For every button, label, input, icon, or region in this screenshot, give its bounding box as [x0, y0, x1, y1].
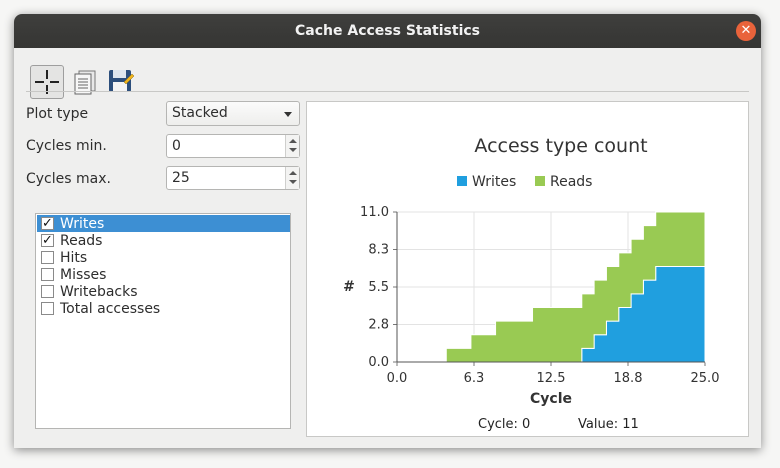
- checkbox[interactable]: ✓: [41, 217, 54, 230]
- legend-label: Writes: [472, 174, 516, 190]
- crosshair-button[interactable]: [30, 65, 64, 99]
- x-tick-label: 25.0: [691, 371, 720, 386]
- legend-label: Reads: [550, 174, 592, 190]
- list-item[interactable]: Total accesses: [37, 300, 290, 317]
- checkbox[interactable]: [41, 251, 54, 264]
- chart-title: Access type count: [474, 135, 647, 157]
- y-tick-label: 8.3: [368, 243, 389, 258]
- list-item[interactable]: ✓ Writes: [37, 215, 290, 232]
- legend-swatch: [535, 176, 545, 186]
- toolbar-separator: [26, 91, 749, 92]
- x-axis-label: Cycle: [530, 391, 572, 407]
- cycles-max-stepper[interactable]: [285, 167, 299, 189]
- x-tick-label: 18.8: [614, 371, 643, 386]
- legend-swatch: [457, 176, 467, 186]
- list-item[interactable]: Writebacks: [37, 283, 290, 300]
- list-item-label: Reads: [60, 232, 103, 249]
- cycles-min-spinbox[interactable]: 0: [166, 134, 300, 158]
- checkbox[interactable]: [41, 285, 54, 298]
- plot-type-label: Plot type: [26, 106, 89, 122]
- cycles-max-value: 25: [172, 170, 190, 186]
- save-disk-icon: [109, 70, 135, 92]
- y-axis-label: #: [343, 279, 355, 295]
- list-item-label: Total accesses: [60, 300, 161, 317]
- list-item[interactable]: Hits: [37, 249, 290, 266]
- cycles-min-value: 0: [172, 138, 181, 154]
- cycles-max-spinbox[interactable]: 25: [166, 166, 300, 190]
- cycles-min-label: Cycles min.: [26, 138, 107, 154]
- checkbox[interactable]: ✓: [41, 234, 54, 247]
- spin-up-icon[interactable]: [289, 139, 297, 143]
- spin-up-icon[interactable]: [289, 171, 297, 175]
- plot-type-select[interactable]: Stacked: [166, 101, 300, 126]
- x-tick-label: 12.5: [537, 371, 566, 386]
- plot-type-value: Stacked: [172, 105, 228, 121]
- series-list[interactable]: ✓ Writes ✓ Reads Hits Misses Writebacks Total a…: [35, 213, 291, 429]
- cycles-max-label: Cycles max.: [26, 171, 111, 187]
- crosshair-icon: [35, 70, 59, 94]
- x-tick-label: 6.3: [464, 371, 485, 386]
- list-item-label: Writebacks: [60, 283, 138, 300]
- cycles-min-stepper[interactable]: [285, 135, 299, 157]
- plot-panel: Access type count Writes Reads 0.0 2.8 5.5 8.3…: [306, 101, 749, 437]
- title-bar: Cache Access Statistics ✕: [14, 14, 761, 48]
- x-tick-label: 0.0: [387, 371, 408, 386]
- close-button[interactable]: ✕: [736, 21, 756, 41]
- list-item-label: Hits: [60, 249, 88, 266]
- window-title: Cache Access Statistics: [295, 23, 480, 39]
- cycle-readout: Cycle: 0: [478, 417, 531, 432]
- y-tick-label: 2.8: [368, 318, 389, 333]
- value-readout: Value: 11: [578, 417, 639, 432]
- toolbar: [14, 48, 761, 99]
- y-tick-label: 0.0: [368, 355, 389, 370]
- save-button[interactable]: [104, 65, 138, 99]
- checkbox[interactable]: [41, 268, 54, 281]
- y-tick-label: 5.5: [368, 280, 389, 295]
- list-item[interactable]: Misses: [37, 266, 290, 283]
- list-item-label: Misses: [60, 266, 107, 283]
- document-list-button[interactable]: [70, 65, 104, 99]
- spin-down-icon[interactable]: [289, 180, 297, 184]
- document-list-icon: [74, 70, 96, 95]
- spin-down-icon[interactable]: [289, 148, 297, 152]
- list-item[interactable]: ✓ Reads: [37, 232, 290, 249]
- list-item-label: Writes: [60, 215, 105, 232]
- chevron-down-icon: [284, 112, 292, 117]
- close-icon: ✕: [740, 23, 752, 38]
- checkbox[interactable]: [41, 302, 54, 315]
- y-tick-label: 11.0: [360, 205, 389, 220]
- chart-svg: Access type count Writes Reads 0.0 2.8 5.5 8.3…: [343, 135, 720, 407]
